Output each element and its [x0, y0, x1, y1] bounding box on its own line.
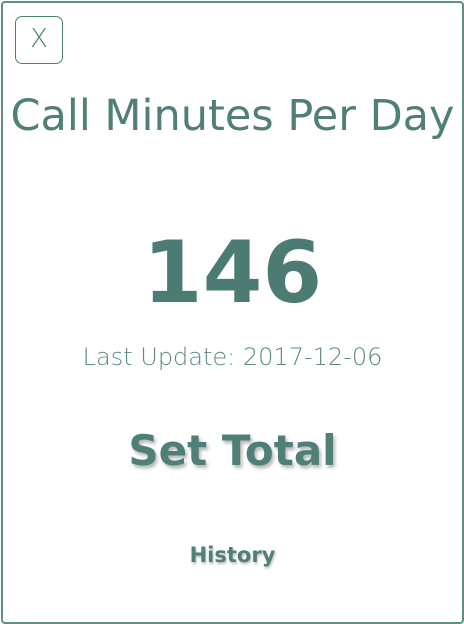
close-button[interactable]: X [15, 16, 63, 64]
stat-value: 146 [142, 223, 323, 323]
close-icon: X [30, 24, 48, 54]
history-link[interactable]: History [3, 538, 462, 572]
set-total-button[interactable]: Set Total [3, 423, 462, 479]
card-title: Call Minutes Per Day [10, 91, 455, 141]
last-update-text: Last Update: 2017-12-06 [82, 343, 383, 371]
stat-card: X Call Minutes Per Day 146 Last Update: … [1, 1, 464, 624]
